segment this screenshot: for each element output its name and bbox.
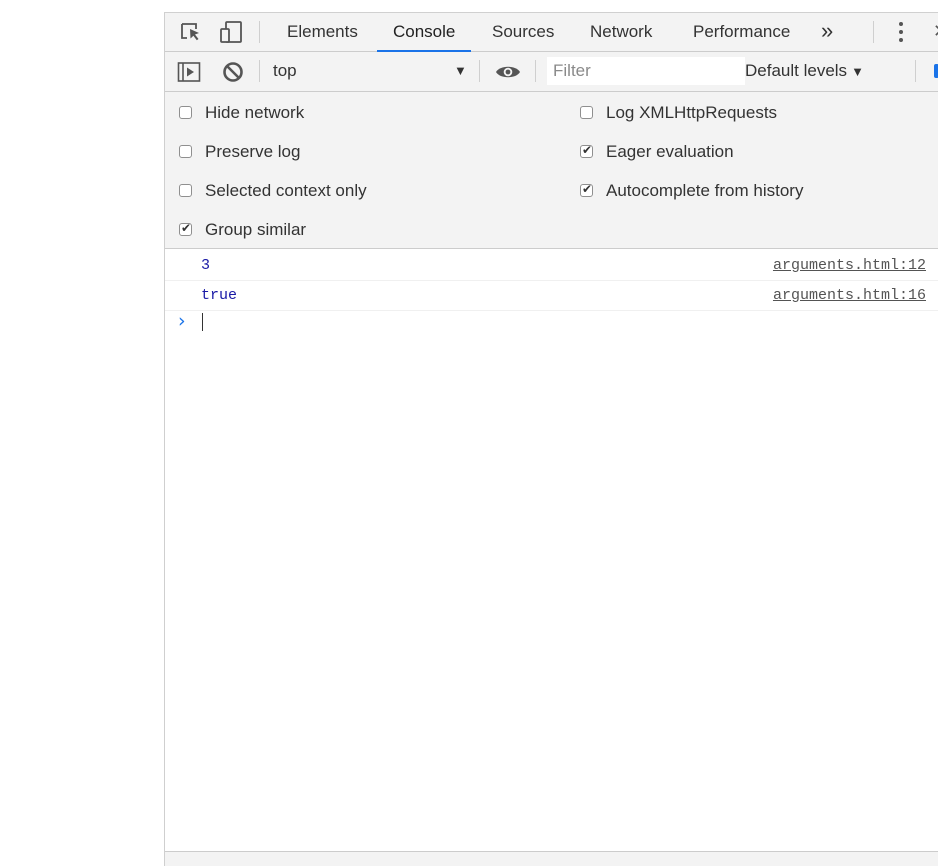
setting-label: Autocomplete from history — [606, 181, 804, 200]
checkbox-checked[interactable] — [580, 143, 593, 158]
console-settings-pane: Hide network Log XMLHttpRequests Preserv… — [165, 92, 938, 249]
checkbox-checked[interactable] — [179, 221, 192, 236]
device-toolbar-icon[interactable] — [219, 20, 243, 44]
tab-console[interactable]: Console — [376, 13, 472, 52]
setting-label: Hide network — [205, 103, 305, 122]
clear-console-icon[interactable] — [221, 60, 245, 84]
close-icon[interactable]: ✕ — [933, 21, 938, 42]
toolbar-separator — [535, 60, 536, 82]
console-settings-gear-icon[interactable] — [934, 64, 938, 78]
filter-input[interactable] — [547, 57, 745, 85]
toolbar-separator — [479, 60, 480, 82]
tab-performance[interactable]: Performance — [693, 13, 790, 51]
context-dropdown-arrow-icon[interactable]: ▼ — [454, 63, 467, 78]
toolbar-separator — [259, 60, 260, 82]
checkbox[interactable] — [580, 106, 593, 119]
devtools-panel: Elements Console Sources Network Perform… — [164, 12, 938, 866]
context-selector[interactable]: top — [273, 61, 297, 81]
more-options-icon[interactable] — [897, 22, 905, 44]
tab-elements[interactable]: Elements — [287, 13, 358, 51]
checkbox[interactable] — [179, 184, 192, 197]
console-toolbar: top ▼ Default levels▼ — [165, 52, 938, 92]
tab-network[interactable]: Network — [590, 13, 652, 51]
message-source-link[interactable]: arguments.html:16 — [773, 287, 926, 304]
chevron-down-icon: ▼ — [851, 64, 864, 79]
live-expression-eye-icon[interactable] — [495, 60, 520, 84]
devtools-tab-bar: Elements Console Sources Network Perform… — [165, 13, 938, 52]
message-value: true — [201, 287, 238, 304]
prompt-chevron-icon: › — [178, 310, 186, 332]
setting-label: Eager evaluation — [606, 142, 734, 161]
tab-separator — [259, 21, 260, 43]
tab-separator — [873, 21, 874, 43]
console-prompt[interactable]: › — [165, 309, 938, 337]
setting-label: Group similar — [205, 220, 307, 239]
log-levels-label: Default levels — [745, 61, 848, 80]
console-message: 3 arguments.html:12 — [165, 251, 938, 281]
inspect-element-icon[interactable] — [179, 20, 203, 44]
toolbar-separator — [915, 60, 916, 82]
show-sidebar-icon[interactable] — [177, 60, 201, 84]
log-levels-dropdown[interactable]: Default levels ▼ — [745, 61, 864, 81]
text-cursor — [202, 313, 203, 331]
checkbox-checked[interactable] — [580, 182, 593, 197]
setting-label: Log XMLHttpRequests — [606, 103, 778, 122]
message-source-link[interactable]: arguments.html:12 — [773, 257, 926, 274]
message-value: 3 — [201, 257, 211, 274]
tab-sources[interactable]: Sources — [492, 13, 554, 51]
checkbox[interactable] — [179, 145, 192, 158]
more-tabs-chevron-icon[interactable]: » — [821, 13, 833, 51]
console-message: true arguments.html:16 — [165, 281, 938, 311]
setting-label: Selected context only — [205, 181, 367, 200]
drawer-edge — [165, 851, 938, 866]
checkbox[interactable] — [179, 106, 192, 119]
setting-label: Preserve log — [205, 142, 301, 161]
